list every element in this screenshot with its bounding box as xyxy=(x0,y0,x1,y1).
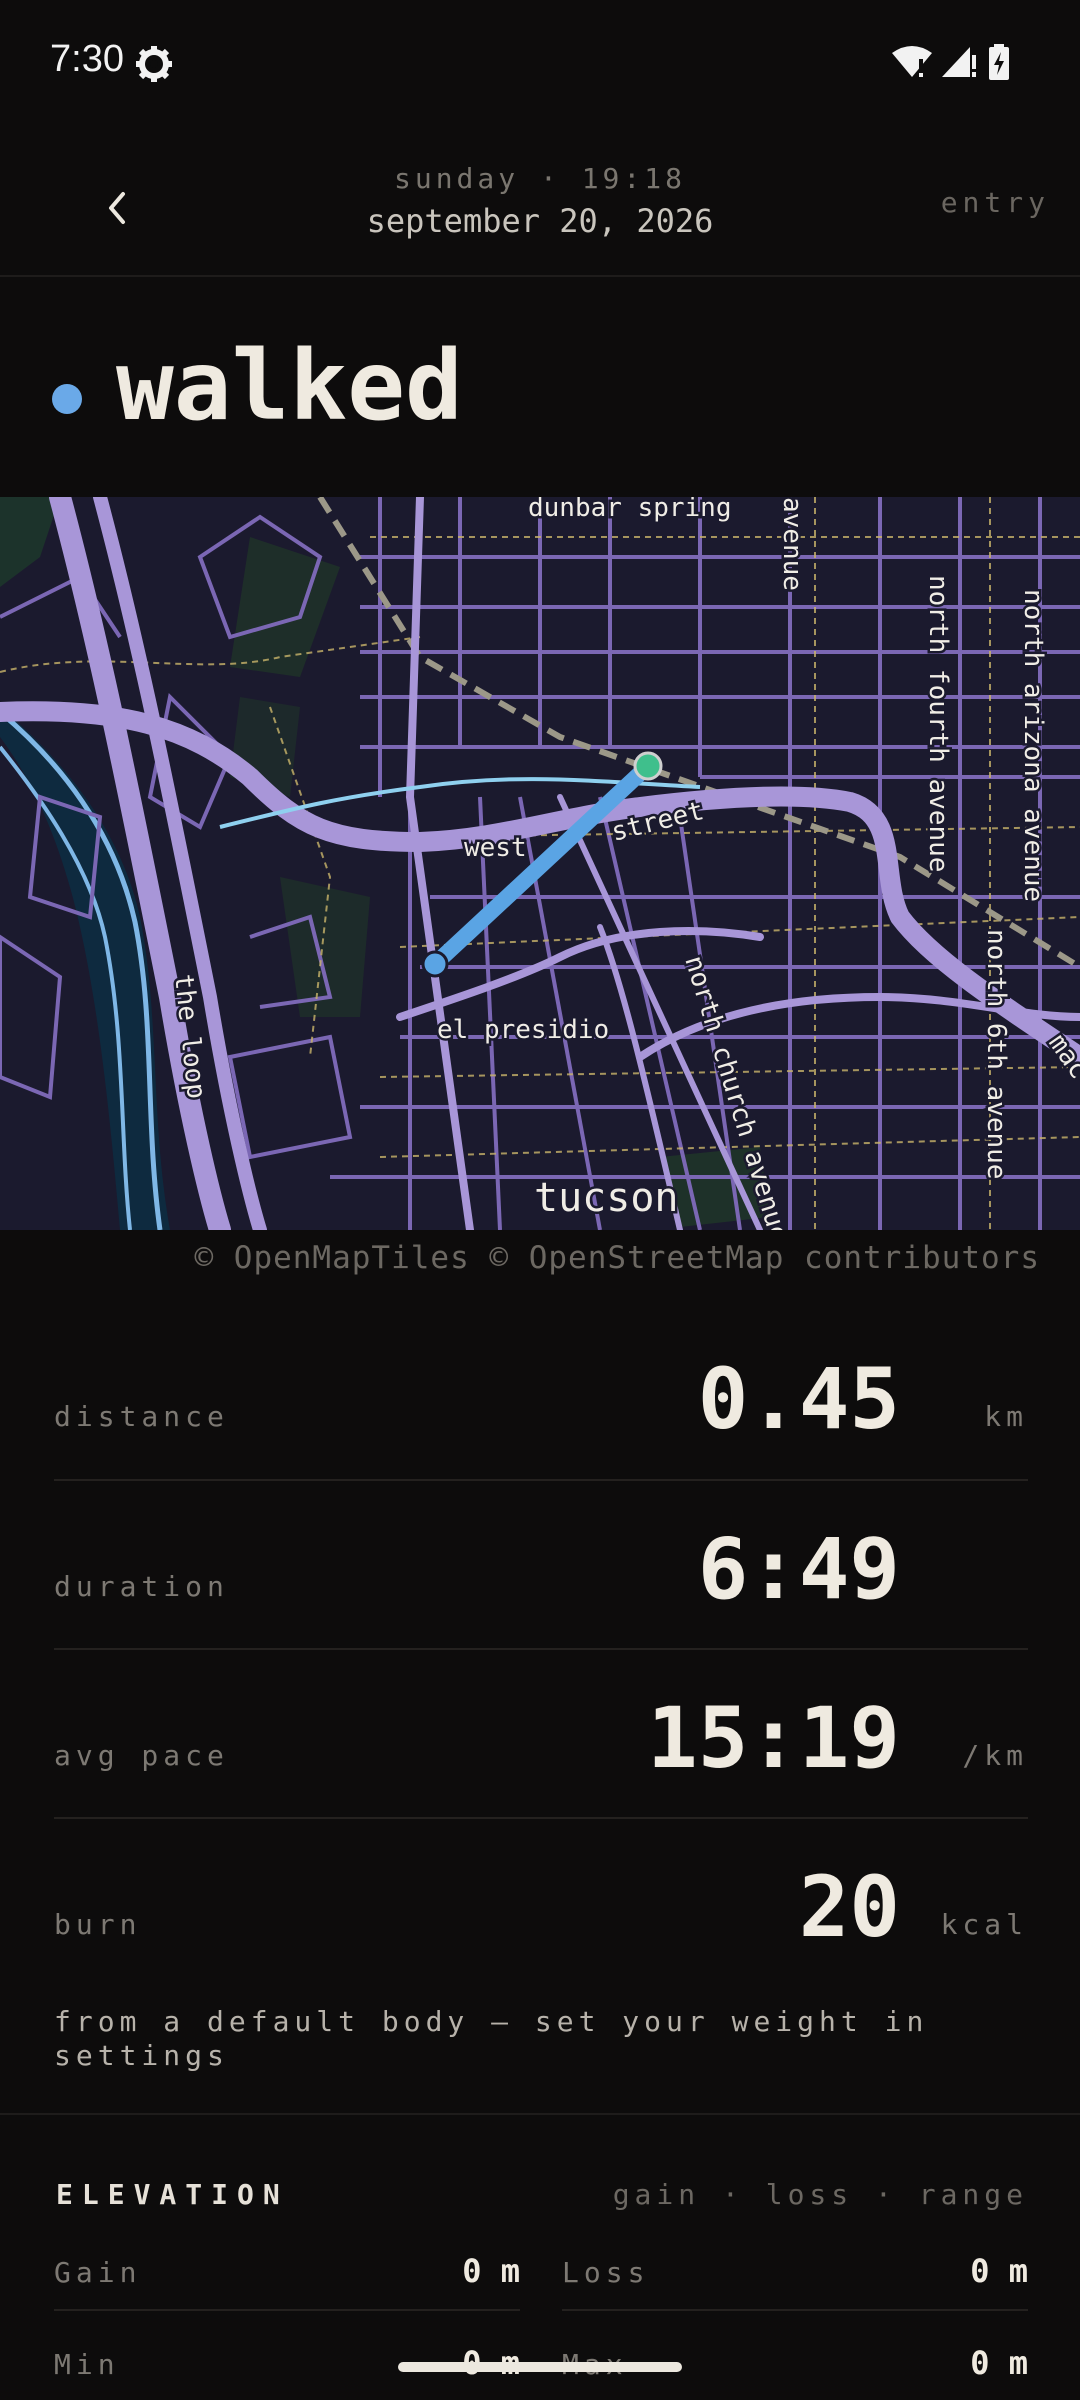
elevation-max-value: 0 m xyxy=(970,2344,1028,2382)
signal-icon xyxy=(942,47,976,77)
stat-distance-value: 0.45 xyxy=(697,1350,900,1448)
wifi-icon xyxy=(892,46,932,77)
entry-label: entry xyxy=(940,186,1050,219)
elevation-subtitle: gain · loss · range xyxy=(612,2178,1028,2211)
header-divider xyxy=(0,275,1080,277)
map-label-north-arizona: north arizona avenue xyxy=(1018,589,1048,902)
stat-avg-pace-label: avg pace xyxy=(54,1739,229,1772)
stat-duration-label: duration xyxy=(54,1570,229,1603)
stat-avg-pace-value: 15:19 xyxy=(647,1689,900,1787)
map-label-north-sixth: north 6th avenue xyxy=(981,929,1011,1179)
status-time: 7:30 xyxy=(50,38,124,80)
map-label-avenue: avenue xyxy=(777,497,807,591)
home-indicator[interactable] xyxy=(398,2362,682,2372)
elevation-loss-label: Loss xyxy=(562,2256,650,2289)
activity-title: walked xyxy=(116,330,463,442)
route-start-marker xyxy=(421,950,449,978)
activity-dot xyxy=(52,384,82,414)
stat-divider xyxy=(54,1648,1028,1650)
route-end-marker xyxy=(633,751,663,781)
elevation-divider xyxy=(562,2309,1028,2311)
elevation-loss-value: 0 m xyxy=(970,2252,1028,2290)
entry-weekday-time: sunday · 19:18 xyxy=(393,162,686,195)
entry-date: september 20, 2026 xyxy=(366,202,714,240)
map-label-dunbar-spring: dunbar spring xyxy=(528,497,732,523)
route-map[interactable]: dunbar spring avenue north fourth avenue… xyxy=(0,497,1080,1230)
stat-distance-label: distance xyxy=(54,1400,229,1433)
map-label-tucson: tucson xyxy=(534,1175,679,1221)
stat-burn-unit: kcal xyxy=(940,1908,1028,1941)
status-icons xyxy=(892,44,1010,80)
elevation-min-label: Min xyxy=(54,2348,120,2381)
map-label-north-fourth: north fourth avenue xyxy=(923,575,953,872)
weight-settings-note[interactable]: from a default body — set your weight in… xyxy=(54,2005,954,2073)
stat-duration-value: 6:49 xyxy=(697,1520,900,1618)
elevation-gain-label: Gain xyxy=(54,2256,142,2289)
section-divider xyxy=(0,2113,1080,2115)
settings-gear-icon xyxy=(134,44,174,84)
stat-burn-value: 20 xyxy=(798,1858,900,1956)
elevation-gain-value: 0 m xyxy=(462,2252,520,2290)
elevation-divider xyxy=(54,2309,520,2311)
stat-divider xyxy=(54,1479,1028,1481)
battery-icon xyxy=(989,44,1009,80)
stat-burn-label: burn xyxy=(54,1908,142,1941)
stat-distance-unit: km xyxy=(984,1400,1028,1433)
map-attribution: © OpenMapTiles © OpenStreetMap contribut… xyxy=(194,1240,1040,1276)
stat-divider xyxy=(54,1817,1028,1819)
map-label-el-presidio: el presidio xyxy=(437,1015,609,1045)
stat-avg-pace-unit: /km xyxy=(962,1739,1028,1772)
map-label-west: west xyxy=(464,833,527,863)
elevation-title: ELEVATION xyxy=(56,2178,289,2211)
